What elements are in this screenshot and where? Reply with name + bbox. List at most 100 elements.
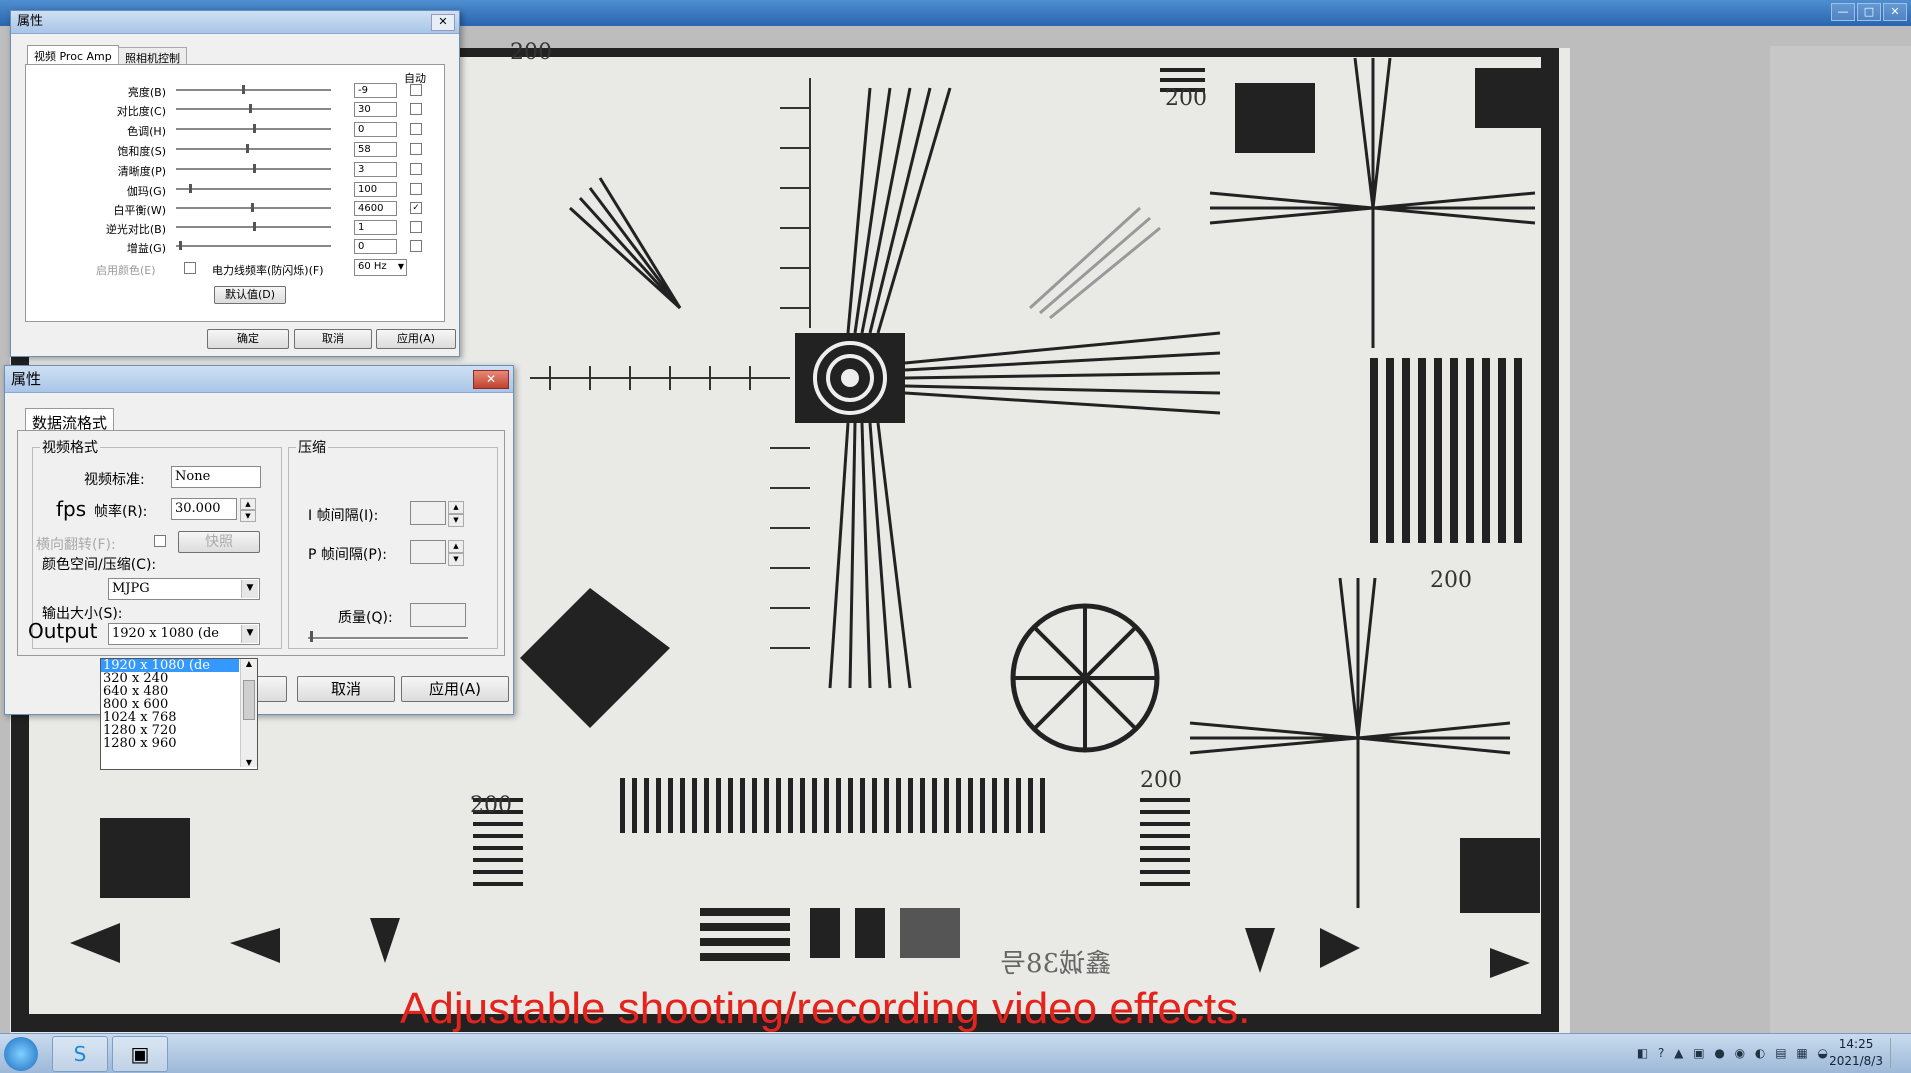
brightness-value[interactable]: -9 (354, 83, 397, 98)
contrast-auto-checkbox[interactable] (410, 103, 422, 115)
apply-button[interactable]: 应用(A) (401, 676, 509, 702)
ok-button[interactable]: 确定 (207, 329, 289, 349)
snapshot-button[interactable]: 快照 (178, 531, 260, 553)
taskbar-clock[interactable]: 14:25 2021/8/3 (1829, 1036, 1883, 1070)
hue-auto-checkbox[interactable] (410, 123, 422, 135)
backlight-auto-checkbox[interactable] (410, 221, 422, 233)
show-desktop-button[interactable] (1890, 1038, 1907, 1068)
output-size-select[interactable]: 1920 x 1080 (de ▼ (108, 623, 260, 645)
clock-time: 14:25 (1838, 1037, 1874, 1051)
tab-video-proc-amp[interactable]: 视频 Proc Amp (27, 45, 119, 66)
p-frame-up[interactable]: ▲ (448, 540, 464, 553)
flip-checkbox[interactable] (154, 535, 166, 547)
contrast-slider[interactable] (176, 108, 331, 111)
window-controls: — □ ✕ (1831, 3, 1907, 21)
output-size-dropdown-list[interactable]: 1920 x 1080 (de 320 x 240 640 x 480 800 … (100, 658, 258, 770)
color-enable-label: 启用颜色(E) (96, 264, 156, 277)
scroll-thumb[interactable] (243, 680, 255, 720)
list-item[interactable]: 320 x 240 (101, 672, 239, 685)
list-item[interactable]: 800 x 600 (101, 698, 239, 711)
slider-thumb[interactable] (251, 203, 254, 212)
close-button[interactable]: ✕ (431, 14, 455, 31)
slider-thumb[interactable] (246, 144, 249, 153)
white-balance-value[interactable]: 4600 (354, 201, 397, 216)
sharpness-value[interactable]: 3 (354, 162, 397, 177)
slider-thumb[interactable] (253, 222, 256, 231)
scroll-down-icon[interactable]: ▼ (241, 758, 257, 767)
defaults-button[interactable]: 默认值(D) (214, 286, 286, 304)
row-label: 清晰度(P) (117, 165, 166, 178)
frame-rate-field[interactable]: 30.000 (171, 498, 237, 520)
i-frame-field[interactable] (410, 501, 446, 525)
list-item[interactable]: 1280 x 720 (101, 724, 239, 737)
skype-taskbar-icon[interactable]: S (52, 1036, 108, 1072)
list-item[interactable]: 1920 x 1080 (de (101, 659, 239, 672)
row-label: 增益(G) (126, 242, 166, 255)
maximize-button[interactable]: □ (1857, 3, 1881, 21)
color-space-select[interactable]: MJPG ▼ (108, 578, 260, 600)
i-frame-down[interactable]: ▼ (448, 514, 464, 527)
system-tray-icons[interactable]: ◧ ? ▲ ▣ ● ◉ ◐ ▤ ▦ ◒ (1637, 1046, 1831, 1060)
gamma-value[interactable]: 100 (354, 182, 397, 197)
output-size-value: 1920 x 1080 (de (112, 626, 219, 641)
p-frame-field[interactable] (410, 540, 446, 564)
start-button[interactable] (4, 1037, 38, 1071)
minimize-button[interactable]: — (1831, 3, 1855, 21)
sharpness-auto-checkbox[interactable] (410, 163, 422, 175)
stream-format-panel: 视频格式 视频标准: None fps 帧率(R): 30.000 ▲ ▼ 横向… (17, 430, 505, 656)
backlight-value[interactable]: 1 (354, 220, 397, 235)
slider-thumb[interactable] (179, 241, 182, 250)
chevron-down-icon: ▼ (397, 262, 404, 271)
scroll-up-icon[interactable]: ▲ (241, 659, 257, 668)
row-label: 饱和度(S) (117, 145, 166, 158)
list-item[interactable]: 1280 x 960 (101, 737, 239, 750)
slider-thumb[interactable] (310, 631, 313, 642)
slider-thumb[interactable] (249, 104, 252, 113)
white-balance-auto-checkbox[interactable]: ✓ (410, 202, 422, 214)
frame-rate-down[interactable]: ▼ (240, 510, 256, 522)
dialog-title: 属性 (17, 14, 44, 29)
cancel-button[interactable]: 取消 (297, 676, 395, 702)
saturation-slider[interactable] (176, 148, 331, 151)
chevron-down-icon: ▼ (241, 625, 258, 643)
chart-brand-label: 鑫诚38号 (1000, 949, 1112, 979)
close-window-button[interactable]: ✕ (1883, 3, 1907, 21)
gamma-slider[interactable] (176, 188, 331, 191)
gain-auto-checkbox[interactable] (410, 240, 422, 252)
brightness-auto-checkbox[interactable] (410, 84, 422, 96)
row-label: 色调(H) (127, 125, 166, 138)
gain-slider[interactable] (176, 245, 331, 248)
gamma-auto-checkbox[interactable] (410, 183, 422, 195)
close-button[interactable]: ✕ (473, 370, 509, 389)
list-item[interactable]: 1024 x 768 (101, 711, 239, 724)
color-enable-checkbox[interactable] (184, 262, 196, 274)
row-label: 对比度(C) (116, 105, 166, 118)
apply-button[interactable]: 应用(A) (376, 329, 456, 349)
video-standard-field[interactable]: None (171, 466, 261, 488)
slider-thumb[interactable] (242, 85, 245, 94)
paper-edge (1770, 46, 1911, 1033)
quality-field[interactable] (410, 603, 466, 627)
slider-thumb[interactable] (253, 124, 256, 133)
hue-value[interactable]: 0 (354, 122, 397, 137)
dialog-title-bar: 属性 ✕ (11, 11, 459, 34)
saturation-auto-checkbox[interactable] (410, 143, 422, 155)
slider-thumb[interactable] (189, 184, 192, 193)
contrast-value[interactable]: 30 (354, 102, 397, 117)
brightness-slider[interactable] (176, 89, 331, 92)
camera-app-taskbar-icon[interactable]: ▣ (112, 1036, 168, 1072)
gain-value[interactable]: 0 (354, 239, 397, 254)
list-item[interactable]: 640 x 480 (101, 685, 239, 698)
compression-group-title: 压缩 (296, 437, 328, 457)
cancel-button[interactable]: 取消 (294, 329, 372, 349)
dialog-title: 属性 (11, 370, 42, 388)
p-frame-down[interactable]: ▼ (448, 553, 464, 566)
quality-slider[interactable] (308, 637, 468, 640)
i-frame-up[interactable]: ▲ (448, 501, 464, 514)
frame-rate-up[interactable]: ▲ (240, 498, 256, 510)
slider-thumb[interactable] (253, 164, 256, 173)
caption-text: Adjustable shooting/recording video effe… (400, 984, 1251, 1033)
saturation-value[interactable]: 58 (354, 142, 397, 157)
power-frequency-select[interactable]: 60 Hz ▼ (354, 259, 407, 276)
list-scrollbar[interactable]: ▲ ▼ (240, 659, 257, 767)
